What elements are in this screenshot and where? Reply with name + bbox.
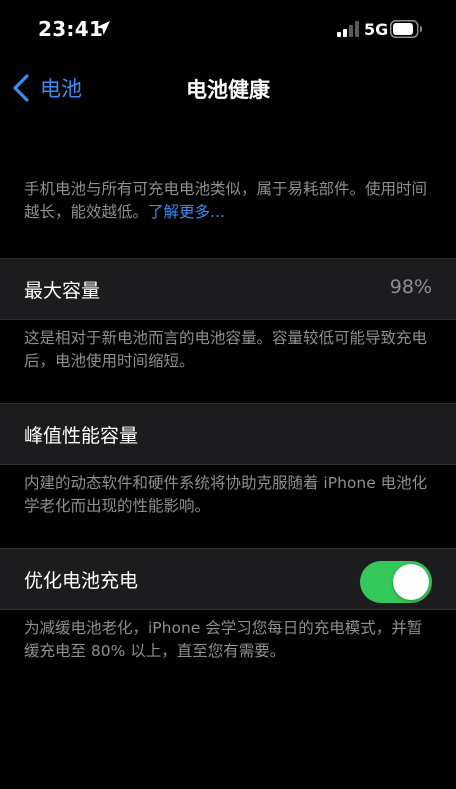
cellular-signal-icon: [337, 21, 359, 37]
status-time: 23:41: [38, 17, 104, 41]
peak-performance-label: 峰值性能容量: [24, 425, 139, 447]
status-bar: 23:41 5G: [0, 0, 456, 56]
location-arrow-icon: [96, 21, 110, 35]
page-title: 电池健康: [186, 78, 270, 102]
max-capacity-label: 最大容量: [24, 280, 101, 302]
battery-icon: [390, 20, 422, 38]
peak-performance-row: 峰值性能容量: [0, 403, 456, 465]
toggle-knob: [393, 564, 429, 600]
navigation-bar: 电池 电池健康: [0, 60, 456, 116]
max-capacity-row: 最大容量 98%: [0, 258, 456, 320]
intro-text: 手机电池与所有可充电电池类似，属于易耗部件。使用时间越长，能效越低。: [24, 180, 428, 221]
max-capacity-footer: 这是相对于新电池而言的电池容量。容量较低可能导致充电后，电池使用时间缩短。: [24, 329, 428, 370]
max-capacity-value: 98%: [389, 276, 432, 298]
learn-more-link[interactable]: 了解更多...: [148, 203, 225, 221]
battery-health-screen: 23:41 5G 电池 电池健康 手机电池与所有可充电电池类似，属于易耗部件。使…: [0, 0, 456, 789]
intro-description: 手机电池与所有可充电电池类似，属于易耗部件。使用时间越长，能效越低。了解更多..…: [24, 178, 436, 224]
optimized-charging-footer: 为减缓电池老化，iPhone 会学习您每日的充电模式，并暂缓充电至 80% 以上…: [24, 619, 423, 660]
network-type: 5G: [364, 20, 389, 39]
optimized-charging-label: 优化电池充电: [24, 570, 139, 592]
peak-performance-footer: 内建的动态软件和硬件系统将协助克服随着 iPhone 电池化学老化而出现的性能影…: [24, 474, 428, 515]
optimized-charging-toggle[interactable]: [360, 561, 432, 603]
optimized-charging-row: 优化电池充电: [0, 548, 456, 610]
